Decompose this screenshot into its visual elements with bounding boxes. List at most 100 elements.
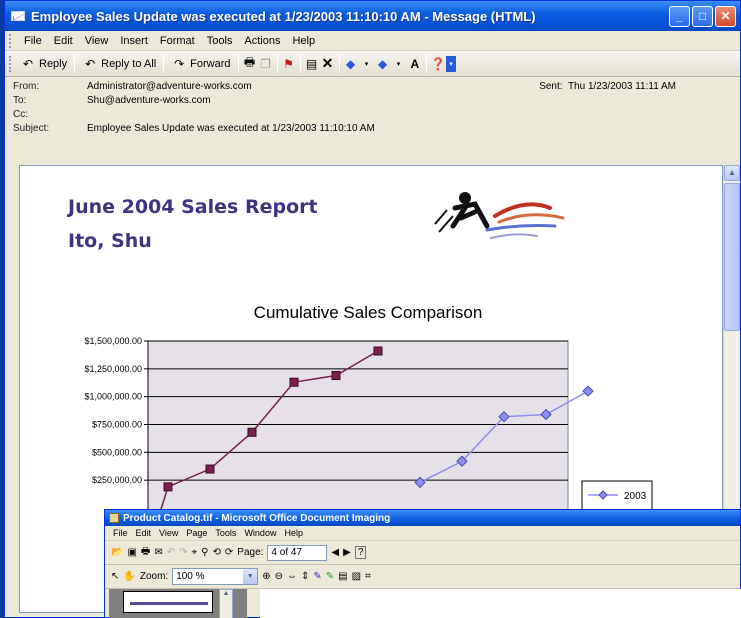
address-book-icon[interactable]: ▤ xyxy=(304,56,320,72)
open-icon[interactable]: 📂 xyxy=(111,547,123,558)
toolbar-separator xyxy=(276,54,278,73)
previous-item-icon[interactable]: ◆ xyxy=(343,56,359,72)
imaging-menu-view[interactable]: View xyxy=(155,528,182,538)
imaging-app-icon xyxy=(109,513,119,523)
data-point-2004 xyxy=(373,346,383,356)
sent-label: Sent: xyxy=(539,81,563,92)
menu-file[interactable]: File xyxy=(18,35,48,47)
from-label: From: xyxy=(13,81,40,92)
sent-value: Thu 1/23/2003 11:11 AM xyxy=(567,81,676,92)
imaging-menu-help[interactable]: Help xyxy=(280,528,307,538)
undo-icon[interactable]: ↶ xyxy=(167,547,175,558)
next-page-icon[interactable]: ▶ xyxy=(343,547,351,558)
scroll-up-icon[interactable]: ▲ xyxy=(219,589,233,618)
y-tick-label: $250,000.00 xyxy=(92,475,142,485)
report-title: June 2004 Sales Report xyxy=(68,196,318,218)
imaging-menu-page[interactable]: Page xyxy=(182,528,211,538)
to-value[interactable]: Shu@adventure-works.com xyxy=(87,95,211,109)
title-bar[interactable]: Employee Sales Update was executed at 1/… xyxy=(5,1,740,31)
zoom-out-icon[interactable]: ⊖ xyxy=(275,571,283,582)
menu-view[interactable]: View xyxy=(79,35,115,47)
imaging-title-bar[interactable]: Product Catalog.tif - Microsoft Office D… xyxy=(105,510,740,526)
minimize-button[interactable]: _ xyxy=(669,5,690,27)
flag-icon[interactable]: ⚑ xyxy=(281,56,297,72)
redo-icon[interactable]: ↷ xyxy=(179,547,187,558)
imaging-menu-bar: File Edit View Page Tools Window Help xyxy=(105,526,740,541)
page-thumbnail[interactable] xyxy=(123,591,213,613)
zoom-in-icon[interactable]: ⊕ xyxy=(262,571,270,582)
imaging-menu-edit[interactable]: Edit xyxy=(132,528,156,538)
toolbar-separator xyxy=(299,54,301,73)
thumbnail-pane[interactable]: ▲ xyxy=(109,589,247,618)
menu-tools[interactable]: Tools xyxy=(201,35,239,47)
scroll-up-icon[interactable]: ▲ xyxy=(724,165,740,181)
menu-actions[interactable]: Actions xyxy=(238,35,286,47)
page-input[interactable]: 4 of 47 xyxy=(267,544,328,561)
save-icon[interactable]: ▣ xyxy=(127,547,136,558)
print-icon[interactable]: 🖶 xyxy=(141,544,150,561)
imaging-menu-file[interactable]: File xyxy=(109,528,132,538)
from-value[interactable]: Administrator@adventure-works.com xyxy=(87,81,252,95)
next-item-icon[interactable]: ◆ xyxy=(375,56,391,72)
maximize-button[interactable]: □ xyxy=(692,5,713,27)
document-imaging-window: Product Catalog.tif - Microsoft Office D… xyxy=(104,509,741,618)
menu-edit[interactable]: Edit xyxy=(48,35,79,47)
previous-page-icon[interactable]: ◀ xyxy=(331,547,339,558)
pointer-icon[interactable]: ↖ xyxy=(111,571,119,582)
data-point-2004 xyxy=(205,464,215,474)
highlighter-icon[interactable]: ✎ xyxy=(326,571,334,582)
scroll-thumb[interactable] xyxy=(724,183,740,331)
rotate-left-icon[interactable]: ⟲ xyxy=(213,547,221,558)
send-icon[interactable]: ✉ xyxy=(154,547,162,558)
toolbar-separator xyxy=(74,54,76,73)
picture-icon[interactable]: ▨ xyxy=(352,571,361,582)
bicycle-company-logo xyxy=(434,192,565,239)
data-point-2003 xyxy=(582,385,594,397)
ocr-icon[interactable]: ⌗ xyxy=(365,571,371,582)
toolbar-options-icon[interactable]: ▾ xyxy=(446,55,457,72)
standard-toolbar: ↶ Reply ↶ Reply to All ↷ Forward 🖶 ❐ ⚑ ▤… xyxy=(5,51,740,77)
reply-all-icon: ↶ xyxy=(85,56,96,71)
toolbar-grip-icon xyxy=(9,33,12,48)
imaging-toolbar-2: ↖ ✋ Zoom: 100 % ▼ ⊕ ⊖ ⇔ ⇕ ✎ ✎ ▤ ▨ ⌗ xyxy=(105,565,740,589)
subject-value: Employee Sales Update was executed at 1/… xyxy=(87,123,375,134)
help-icon[interactable]: ? xyxy=(354,546,367,559)
menu-format[interactable]: Format xyxy=(154,35,201,47)
legend-label-2003: 2003 xyxy=(624,491,647,502)
pan-hand-icon[interactable]: ✋ xyxy=(123,571,135,582)
imaging-menu-tools[interactable]: Tools xyxy=(211,528,240,538)
menu-bar: File Edit View Insert Format Tools Actio… xyxy=(5,31,740,51)
imaging-toolbar-1: 📂 ▣ 🖶 ✉ ↶ ↷ ⌖ ⚲ ⟲ ⟳ Page: 4 of 47 ◀ ▶ ? xyxy=(105,541,740,565)
document-page-view[interactable] xyxy=(260,589,741,618)
forward-button[interactable]: ↷ Forward xyxy=(167,56,234,72)
zoom-select[interactable]: 100 % ▼ xyxy=(172,568,259,585)
reply-button[interactable]: ↶ Reply xyxy=(16,56,71,72)
reply-all-button[interactable]: ↶ Reply to All xyxy=(78,56,160,72)
menu-insert[interactable]: Insert xyxy=(114,35,154,47)
select-icon[interactable]: ⌖ xyxy=(192,547,198,558)
zoom-value: 100 % xyxy=(176,571,205,582)
close-button[interactable]: ✕ xyxy=(715,5,736,27)
fit-page-icon[interactable]: ⇕ xyxy=(301,571,309,582)
delete-icon[interactable]: ✕ xyxy=(320,55,336,72)
menu-help[interactable]: Help xyxy=(286,35,321,47)
chevron-down-icon[interactable]: ▾ xyxy=(359,56,375,72)
toolbar-grip-icon xyxy=(9,55,12,72)
imaging-menu-window[interactable]: Window xyxy=(240,528,280,538)
text-box-icon[interactable]: ▤ xyxy=(338,571,347,582)
forward-icon: ↷ xyxy=(174,56,185,71)
chevron-down-icon[interactable]: ▾ xyxy=(391,56,407,72)
find-icon[interactable]: ⚲ xyxy=(201,547,208,558)
print-icon[interactable]: 🖶 xyxy=(242,55,258,72)
reply-label: Reply xyxy=(39,57,68,70)
font-size-icon: A xyxy=(410,56,420,71)
rotate-right-icon[interactable]: ⟳ xyxy=(225,547,233,558)
font-size-button[interactable]: A xyxy=(407,57,424,71)
chevron-down-icon[interactable]: ▼ xyxy=(243,569,258,584)
copy-icon[interactable]: ❐ xyxy=(258,56,274,72)
fit-width-icon[interactable]: ⇔ xyxy=(287,571,297,582)
toolbar-separator xyxy=(338,54,340,73)
help-icon[interactable]: ❓ xyxy=(430,56,446,72)
pen-icon[interactable]: ✎ xyxy=(313,571,321,582)
toolbar-separator xyxy=(237,54,239,73)
